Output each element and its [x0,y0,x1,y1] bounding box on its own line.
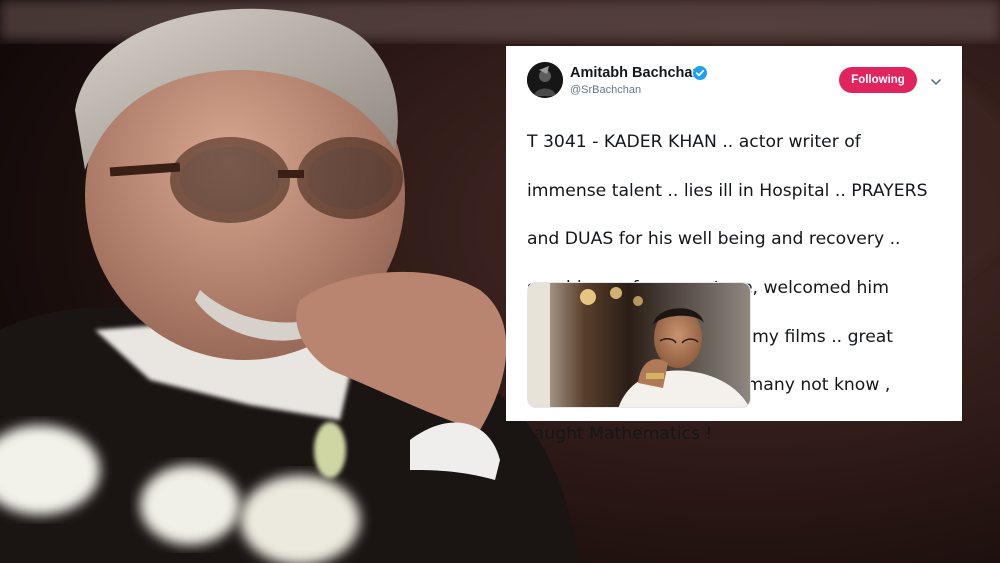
chevron-down-icon[interactable] [930,74,942,85]
following-button[interactable]: Following [839,67,917,93]
author-avatar[interactable] [527,62,563,98]
tweet-media-photo[interactable] [527,282,751,408]
author-handle[interactable]: @SrBachchan [570,84,641,96]
tweet-text-line: taught Mathematics ! [527,423,713,444]
tweet-card: Amitabh Bachchan @SrBachchan Following T… [506,46,962,444]
verified-badge-icon [693,66,707,80]
tweet-text-line: T 3041 - KADER KHAN .. actor writer of [527,132,861,153]
author-name[interactable]: Amitabh Bachchan [570,65,701,81]
tweet-text-line: immense talent .. lies ill in Hospital .… [527,180,928,201]
tweet-text-line: and DUAS for his well being and recovery… [527,229,901,250]
